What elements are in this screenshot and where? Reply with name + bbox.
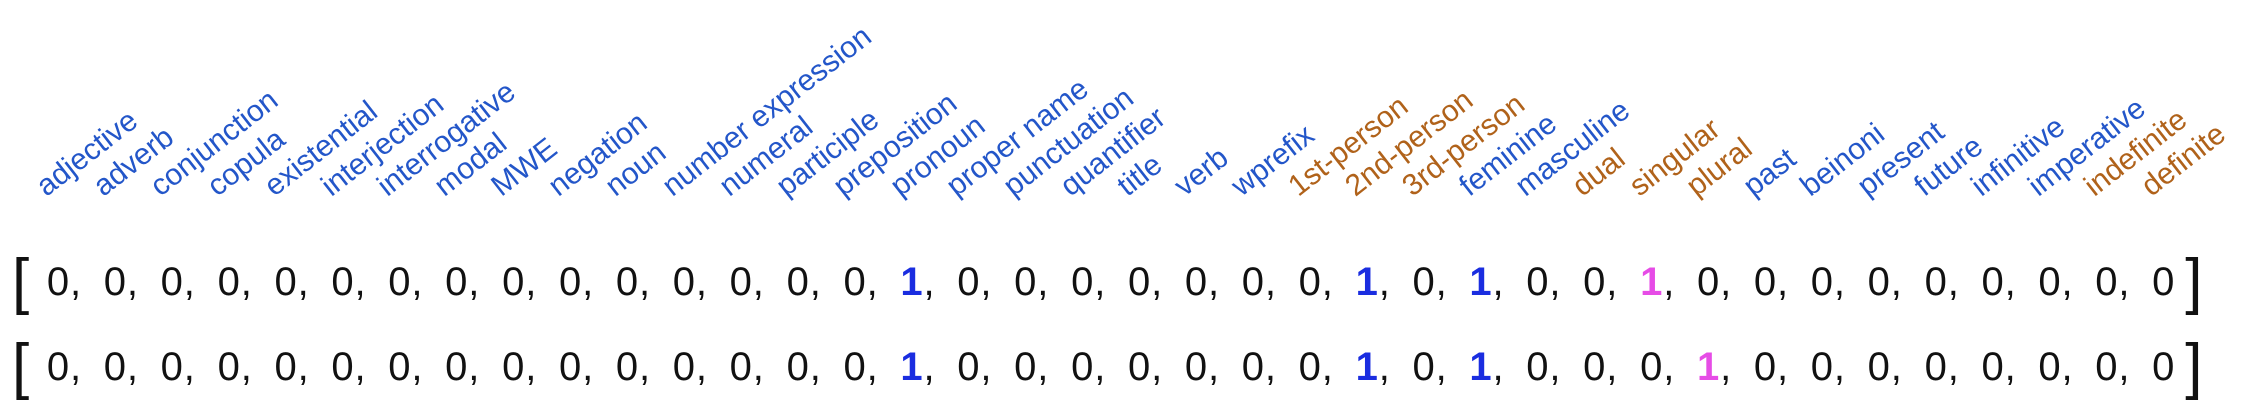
- separator-comma: ,: [1378, 345, 1390, 389]
- vector-value: 0: [2152, 260, 2175, 304]
- separator-comma: ,: [1208, 260, 1220, 304]
- separator-comma: ,: [1777, 260, 1789, 304]
- separator-comma: ,: [752, 260, 764, 304]
- separator-comma: ,: [1208, 345, 1220, 389]
- vector-row: [0, 0, 0, 0, 0, 0, 0, 0, 0, 0, 0, 0, 0, 0, 0, 1, 0, 0, 0, 0…: [0, 327, 2248, 407]
- separator-comma: ,: [240, 345, 252, 389]
- separator-comma: ,: [1720, 345, 1732, 389]
- separator-comma: ,: [354, 345, 366, 389]
- separator-comma: ,: [2004, 345, 2016, 389]
- separator-comma: ,: [411, 345, 423, 389]
- separator-comma: ,: [1947, 345, 1959, 389]
- separator-comma: ,: [1890, 260, 1902, 304]
- separator-comma: ,: [1037, 345, 1049, 389]
- separator-comma: ,: [639, 260, 651, 304]
- separator-comma: ,: [923, 345, 935, 389]
- separator-comma: ,: [980, 345, 992, 389]
- separator-comma: ,: [1321, 345, 1333, 389]
- separator-comma: ,: [1663, 345, 1675, 389]
- separator-comma: ,: [2118, 345, 2130, 389]
- separator-comma: ,: [240, 260, 252, 304]
- separator-comma: ,: [1606, 345, 1618, 389]
- separator-comma: ,: [695, 345, 708, 389]
- separator-comma: ,: [525, 260, 537, 304]
- separator-comma: ,: [809, 345, 821, 389]
- feature-label-header: adjective adverb conjunction copula existent…: [0, 0, 2248, 230]
- close-bracket: ]: [2185, 247, 2203, 316]
- separator-comma: ,: [752, 345, 764, 389]
- separator-comma: ,: [70, 260, 82, 304]
- separator-comma: ,: [1264, 345, 1277, 389]
- separator-comma: ,: [1094, 345, 1106, 389]
- separator-comma: ,: [468, 260, 480, 304]
- separator-comma: ,: [1492, 345, 1504, 389]
- separator-comma: ,: [2061, 260, 2073, 304]
- separator-comma: ,: [126, 345, 139, 389]
- separator-comma: ,: [2061, 345, 2073, 389]
- vector-value: 0: [2152, 345, 2175, 389]
- separator-comma: ,: [1549, 345, 1561, 389]
- separator-comma: ,: [866, 345, 878, 389]
- separator-comma: ,: [1947, 260, 1959, 304]
- separator-comma: ,: [1833, 345, 1846, 389]
- separator-comma: ,: [183, 345, 195, 389]
- separator-comma: ,: [980, 260, 992, 304]
- separator-comma: ,: [1378, 260, 1390, 304]
- separator-comma: ,: [297, 260, 309, 304]
- separator-comma: ,: [1435, 260, 1447, 304]
- separator-comma: ,: [525, 345, 537, 389]
- separator-comma: ,: [2118, 260, 2130, 304]
- separator-comma: ,: [1492, 260, 1504, 304]
- close-bracket: ]: [2185, 332, 2203, 401]
- open-bracket: [: [12, 332, 30, 401]
- separator-comma: ,: [1606, 260, 1618, 304]
- separator-comma: ,: [639, 345, 651, 389]
- separator-comma: ,: [1151, 260, 1163, 304]
- separator-comma: ,: [2004, 260, 2016, 304]
- separator-comma: ,: [1321, 260, 1333, 304]
- separator-comma: ,: [70, 345, 82, 389]
- separator-comma: ,: [582, 345, 594, 389]
- separator-comma: ,: [1833, 260, 1846, 304]
- separator-comma: ,: [1435, 345, 1447, 389]
- separator-comma: ,: [1264, 260, 1277, 304]
- separator-comma: ,: [809, 260, 821, 304]
- separator-comma: ,: [1890, 345, 1902, 389]
- separator-comma: ,: [126, 260, 139, 304]
- open-bracket: [: [12, 247, 30, 316]
- separator-comma: ,: [1094, 260, 1106, 304]
- column-label: verb: [1168, 140, 1235, 203]
- separator-comma: ,: [1777, 345, 1789, 389]
- separator-comma: ,: [923, 260, 935, 304]
- separator-comma: ,: [695, 260, 708, 304]
- separator-comma: ,: [297, 345, 309, 389]
- separator-comma: ,: [354, 260, 366, 304]
- separator-comma: ,: [411, 260, 423, 304]
- separator-comma: ,: [1151, 345, 1163, 389]
- separator-comma: ,: [183, 260, 195, 304]
- separator-comma: ,: [468, 345, 480, 389]
- separator-comma: ,: [1720, 260, 1732, 304]
- separator-comma: ,: [582, 260, 594, 304]
- separator-comma: ,: [1549, 260, 1561, 304]
- separator-comma: ,: [1037, 260, 1049, 304]
- vector-row: [0, 0, 0, 0, 0, 0, 0, 0, 0, 0, 0, 0, 0, 0, 0, 1, 0, 0, 0, 0…: [0, 242, 2248, 322]
- separator-comma: ,: [866, 260, 878, 304]
- separator-comma: ,: [1663, 260, 1675, 304]
